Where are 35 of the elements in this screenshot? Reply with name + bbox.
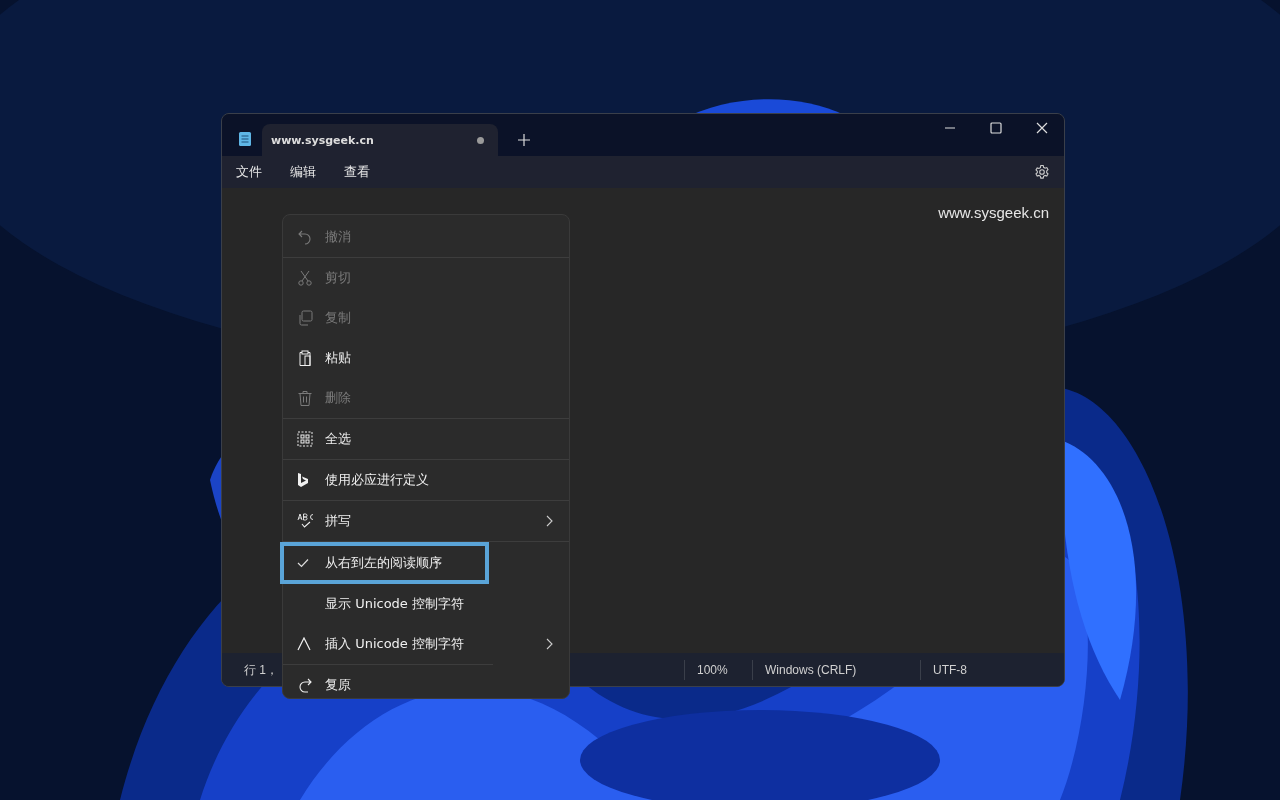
new-tab-icon[interactable] — [518, 134, 530, 146]
status-text: 100% — [684, 659, 752, 680]
status-text: Windows (CRLF) — [752, 659, 920, 680]
chevron-right-icon — [546, 515, 553, 527]
menu-item[interactable]: 查看 — [344, 163, 370, 181]
menu-item[interactable]: 拼写 — [283, 501, 569, 541]
trash-icon — [297, 390, 313, 406]
menu-item[interactable]: 显示 Unicode 控制字符 — [283, 584, 569, 624]
menu-item[interactable]: 粘贴 — [283, 338, 569, 378]
clipboard-icon — [297, 350, 313, 366]
checkmark-icon — [297, 558, 309, 568]
menu-item[interactable]: 从右到左的阅读顺序 — [280, 542, 489, 584]
tab[interactable]: www.sysgeek.cn — [262, 124, 498, 156]
spellcheck-icon — [297, 513, 315, 529]
notepad-icon — [238, 131, 252, 147]
menu-item[interactable]: 编辑 — [290, 163, 316, 181]
select-all-icon — [297, 431, 313, 447]
menu-item[interactable]: 插入 Unicode 控制字符 — [283, 624, 569, 664]
undo-icon — [297, 229, 313, 245]
copy-icon — [297, 310, 313, 326]
b-logo-icon — [297, 472, 309, 488]
menu-item[interactable]: 使用必应进行定义 — [283, 460, 569, 500]
menu-item[interactable]: 文件 — [236, 163, 262, 181]
menu-item[interactable]: 复原 — [283, 665, 569, 705]
scissors-icon — [297, 270, 313, 286]
maximize-icon[interactable] — [990, 122, 1002, 134]
caret-icon — [297, 637, 311, 651]
status-text: 行 1， — [243, 661, 279, 679]
redo-icon — [297, 677, 313, 693]
menu-item[interactable]: 全选 — [283, 419, 569, 459]
editor-text[interactable]: www.sysgeek.cn — [938, 204, 1049, 221]
chevron-right-icon — [546, 638, 553, 650]
status-text: UTF-8 — [920, 659, 979, 680]
settings-icon[interactable] — [1034, 164, 1050, 180]
close-icon[interactable] — [1036, 122, 1048, 134]
